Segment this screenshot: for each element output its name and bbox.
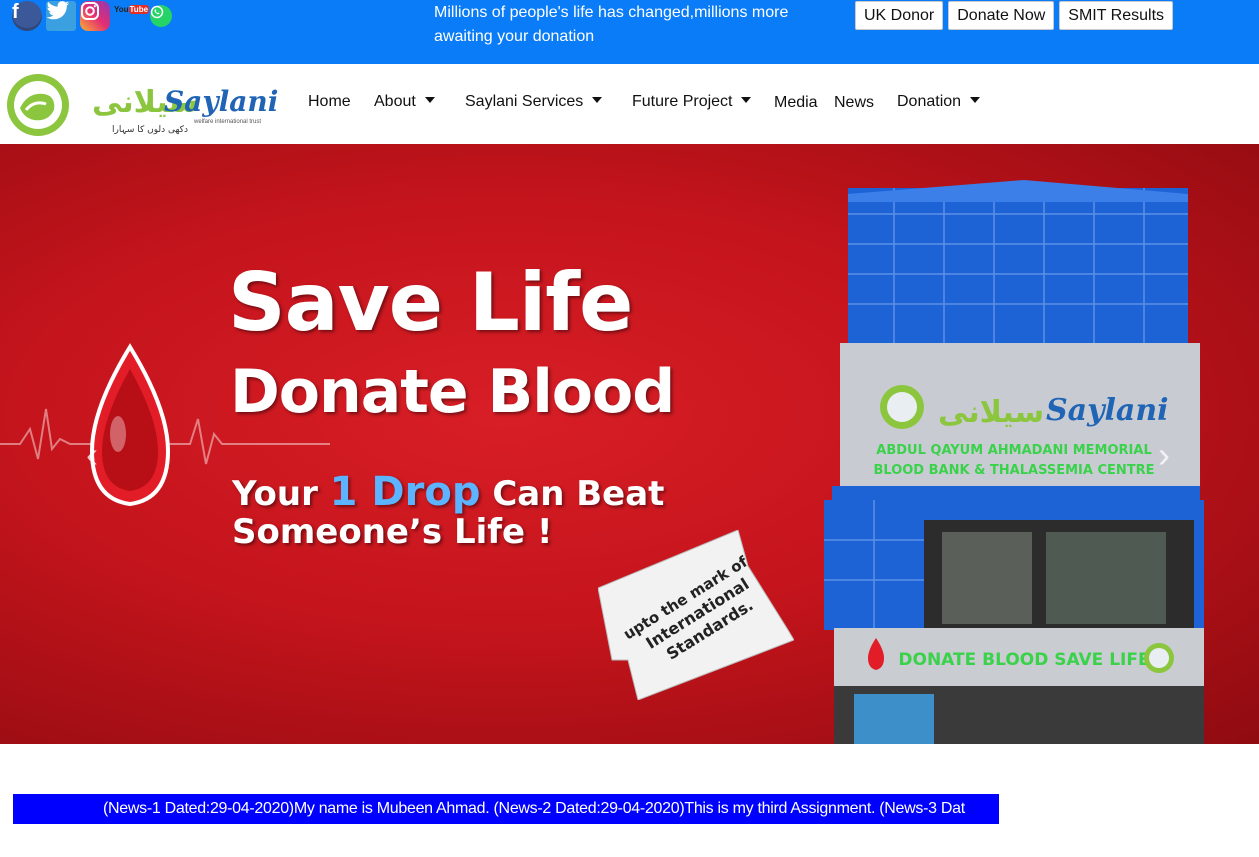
chevron-down-icon	[970, 97, 981, 103]
carousel-prev-button[interactable]: ‹	[86, 434, 98, 476]
logo-brand: Saylani	[164, 85, 278, 118]
social-links: f YouTube	[12, 0, 172, 32]
nav-news[interactable]: News	[834, 94, 874, 112]
donate-now-button[interactable]: Donate Now	[948, 1, 1055, 30]
building-sign-line-1: ABDUL QAYUM AHMADANI MEMORIAL	[876, 443, 1151, 458]
nav-future-project[interactable]: Future Project	[632, 93, 752, 111]
nav-future-label: Future Project	[632, 93, 733, 110]
top-buttons: UK Donor Donate Now SMIT Results	[855, 1, 1174, 30]
youtube-icon[interactable]: YouTube	[114, 5, 150, 27]
instagram-glyph	[81, 2, 99, 20]
nav-saylani-services[interactable]: Saylani Services	[465, 93, 603, 111]
nav-media-label: Media	[774, 94, 818, 111]
main-navbar: سیلانی Saylani welfare international tru…	[0, 64, 1259, 144]
news-ticker-text: (News-1 Dated:29-04-2020)My name is Mube…	[103, 800, 965, 817]
youtube-tube: Tube	[128, 5, 150, 14]
headline-someones-life: Someone’s Life !	[232, 512, 553, 552]
nav-about-label: About	[374, 93, 416, 110]
nav-home-label: Home	[308, 93, 351, 110]
standards-stamp: upto the mark of International Standards…	[598, 530, 794, 700]
nav-services-label: Saylani Services	[465, 93, 584, 110]
hero-carousel: Save Life Donate Blood Your 1 Drop Can B…	[0, 144, 1259, 744]
chevron-down-icon	[592, 97, 603, 103]
headline-one-drop: Your 1 Drop Can Beat	[232, 469, 664, 515]
one-drop-prefix: Your	[232, 474, 330, 514]
blood-bank-building-image: سیلانی Saylani ABDUL QAYUM AHMADANI MEMO…	[824, 180, 1204, 744]
building-logo-brand: Saylani	[1046, 393, 1169, 428]
carousel-next-button[interactable]: ›	[1158, 434, 1170, 476]
twitter-icon[interactable]	[46, 1, 76, 31]
building-sign-line-2: BLOOD BANK & THALASSEMIA CENTRE	[873, 463, 1154, 478]
building-banner: DONATE BLOOD SAVE LIFE	[898, 650, 1149, 670]
nav-news-label: News	[834, 94, 875, 111]
top-bar: f YouTube Millions of people's life has …	[0, 0, 1259, 64]
one-drop-suffix: Can Beat	[480, 474, 665, 514]
news-ticker: (News-1 Dated:29-04-2020)My name is Mube…	[13, 794, 999, 824]
building-logo-urdu: سیلانی	[938, 395, 1044, 430]
headline-donate-blood: Donate Blood	[230, 357, 675, 427]
logo-subtitle: welfare international trust	[193, 119, 261, 125]
headline-save-life: Save Life	[228, 256, 633, 349]
nav-media[interactable]: Media	[774, 94, 818, 112]
chevron-left-icon: ‹	[86, 434, 98, 475]
logo-motto: دکھی دلوں کا سہارا	[112, 125, 188, 135]
nav-about[interactable]: About	[374, 93, 435, 111]
one-drop-highlight: 1 Drop	[329, 469, 481, 515]
nav-home[interactable]: Home	[308, 93, 351, 111]
whatsapp-icon[interactable]	[150, 5, 172, 27]
instagram-icon[interactable]	[80, 1, 110, 31]
chevron-down-icon	[424, 97, 435, 103]
facebook-icon[interactable]: f	[12, 1, 42, 31]
chevron-down-icon	[741, 97, 752, 103]
saylani-logo[interactable]: سیلانی Saylani welfare international tru…	[4, 70, 288, 140]
donation-tagline: Millions of people's life has changed,mi…	[434, 4, 789, 45]
chevron-right-icon: ›	[1158, 434, 1170, 475]
nav-donation[interactable]: Donation	[897, 93, 981, 111]
nav-donation-label: Donation	[897, 93, 962, 110]
smit-results-button[interactable]: SMIT Results	[1059, 1, 1174, 30]
uk-donor-button[interactable]: UK Donor	[855, 1, 944, 30]
twitter-bird	[46, 1, 70, 20]
whatsapp-glyph	[150, 5, 164, 19]
youtube-you: You	[114, 5, 129, 14]
facebook-glyph: f	[12, 1, 19, 23]
